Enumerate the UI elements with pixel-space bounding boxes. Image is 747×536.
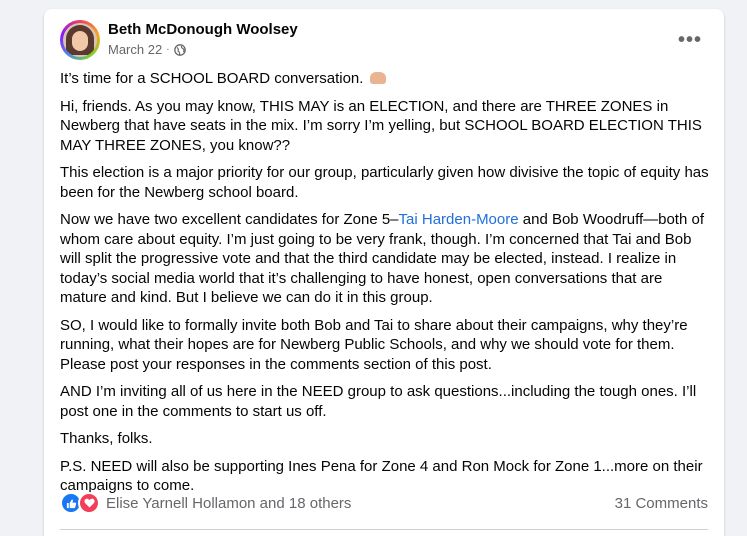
post-body: It’s time for a SCHOOL BOARD conversatio… bbox=[60, 69, 710, 504]
separator-dot: · bbox=[166, 44, 170, 55]
post-meta: March 22 · bbox=[108, 42, 186, 57]
post-card: Beth McDonough Woolsey March 22 · ••• It… bbox=[44, 9, 724, 536]
post-paragraph: Hi, friends. As you may know, THIS MAY i… bbox=[60, 97, 702, 154]
footer-divider bbox=[60, 529, 708, 530]
author-name[interactable]: Beth McDonough Woolsey bbox=[108, 21, 298, 38]
post-paragraph: This election is a major priority for ou… bbox=[60, 164, 709, 201]
post-date[interactable]: March 22 bbox=[108, 42, 162, 57]
reactions-summary[interactable]: Elise Yarnell Hollamon and 18 others bbox=[60, 492, 351, 514]
post-header: Beth McDonough Woolsey March 22 · ••• bbox=[60, 20, 708, 60]
globe-icon[interactable] bbox=[173, 43, 186, 56]
more-icon: ••• bbox=[677, 28, 702, 51]
page: Beth McDonough Woolsey March 22 · ••• It… bbox=[0, 0, 747, 536]
avatar-image bbox=[63, 23, 97, 57]
love-icon bbox=[78, 492, 100, 514]
more-options-button[interactable]: ••• bbox=[672, 22, 708, 58]
post-paragraph: Thanks, folks. bbox=[60, 430, 153, 447]
post-footer: Elise Yarnell Hollamon and 18 others 31 … bbox=[60, 491, 708, 515]
post-paragraph: P.S. NEED will also be supporting Ines P… bbox=[60, 457, 703, 495]
avatar-face bbox=[72, 31, 88, 51]
post-paragraph: AND I’m inviting all of us here in the N… bbox=[60, 383, 697, 420]
post-paragraph: SO, I would like to formally invite both… bbox=[60, 316, 688, 373]
reaction-icons bbox=[60, 492, 100, 514]
tai-harden-moore-link[interactable]: Tai Harden-Moore bbox=[399, 211, 519, 228]
raised-hands-emoji bbox=[369, 72, 386, 84]
reactions-text[interactable]: Elise Yarnell Hollamon and 18 others bbox=[106, 495, 351, 512]
post-paragraph: It’s time for a SCHOOL BOARD conversatio… bbox=[60, 69, 710, 89]
avatar[interactable] bbox=[60, 20, 100, 60]
post-paragraph-zone5: Now we have two excellent candidates for… bbox=[60, 211, 704, 306]
comments-count[interactable]: 31 Comments bbox=[615, 495, 708, 512]
